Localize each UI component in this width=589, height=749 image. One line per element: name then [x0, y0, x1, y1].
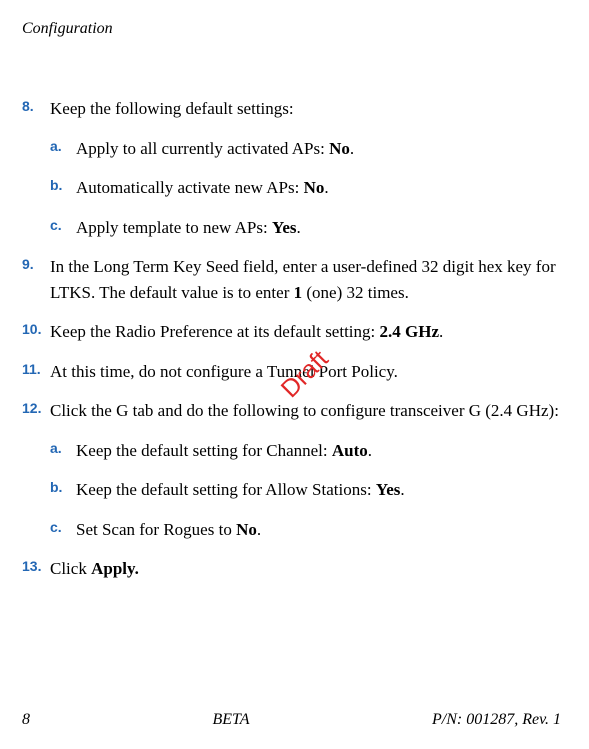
step-text: Click Apply.: [50, 556, 139, 582]
step-8a: a. Apply to all currently activated APs:…: [50, 136, 561, 162]
step-10: 10. Keep the Radio Preference at its def…: [22, 319, 561, 345]
step-text: In the Long Term Key Seed field, enter a…: [50, 254, 561, 305]
step-8b: b. Automatically activate new APs: No.: [50, 175, 561, 201]
footer-page-number: 8: [22, 711, 30, 729]
text-a: Keep the default setting for Allow Stati…: [76, 480, 376, 499]
sub-marker: b.: [50, 477, 76, 498]
sub-marker: c.: [50, 215, 76, 236]
step-text: Keep the Radio Preference at its default…: [50, 319, 443, 345]
text-a: Apply template to new APs:: [76, 218, 272, 237]
bold-text: No: [329, 139, 350, 158]
text-b: .: [324, 178, 328, 197]
bold-text: Auto: [332, 441, 368, 460]
sub-marker: a.: [50, 438, 76, 459]
step-marker: 9.: [22, 254, 50, 275]
sub-marker: a.: [50, 136, 76, 157]
text-b: .: [368, 441, 372, 460]
text-a: Set Scan for Rogues to: [76, 520, 236, 539]
bold-text: 1: [294, 283, 303, 302]
step-12: 12. Click the G tab and do the following…: [22, 398, 561, 424]
sub-text: Automatically activate new APs: No.: [76, 175, 329, 201]
text-a: Automatically activate new APs:: [76, 178, 304, 197]
step-8-sublist: a. Apply to all currently activated APs:…: [50, 136, 561, 241]
sub-text: Apply to all currently activated APs: No…: [76, 136, 354, 162]
step-8: 8. Keep the following default settings:: [22, 96, 561, 122]
bold-text: Apply.: [91, 559, 139, 578]
text-b: .: [400, 480, 404, 499]
sub-marker: c.: [50, 517, 76, 538]
sub-text: Keep the default setting for Channel: Au…: [76, 438, 372, 464]
step-marker: 8.: [22, 96, 50, 117]
step-marker: 13.: [22, 556, 50, 577]
step-12-sublist: a. Keep the default setting for Channel:…: [50, 438, 561, 543]
step-marker: 12.: [22, 398, 50, 419]
footer-part-number: P/N: 001287, Rev. 1: [432, 711, 561, 729]
text-a: Click: [50, 559, 91, 578]
bold-text: Yes: [376, 480, 401, 499]
page-header: Configuration: [22, 20, 561, 38]
step-11: 11. At this time, do not configure a Tun…: [22, 359, 561, 385]
text-a: Apply to all currently activated APs:: [76, 139, 329, 158]
text-a: Keep the Radio Preference at its default…: [50, 322, 380, 341]
page-footer: 8 BETA P/N: 001287, Rev. 1: [22, 711, 561, 729]
step-text: Keep the following default settings:: [50, 96, 294, 122]
step-text: At this time, do not configure a Tunnel …: [50, 359, 398, 385]
bold-text: Yes: [272, 218, 297, 237]
step-9: 9. In the Long Term Key Seed field, ente…: [22, 254, 561, 305]
text-b: .: [297, 218, 301, 237]
step-text: Click the G tab and do the following to …: [50, 398, 559, 424]
step-marker: 11.: [22, 359, 50, 380]
text-a: Keep the default setting for Channel:: [76, 441, 332, 460]
bold-text: No: [236, 520, 257, 539]
step-12a: a. Keep the default setting for Channel:…: [50, 438, 561, 464]
footer-center: BETA: [212, 711, 249, 729]
sub-text: Apply template to new APs: Yes.: [76, 215, 301, 241]
step-13: 13. Click Apply.: [22, 556, 561, 582]
step-8c: c. Apply template to new APs: Yes.: [50, 215, 561, 241]
sub-text: Keep the default setting for Allow Stati…: [76, 477, 405, 503]
text-b: (one) 32 times.: [302, 283, 409, 302]
text-b: .: [350, 139, 354, 158]
step-marker: 10.: [22, 319, 50, 340]
step-12c: c. Set Scan for Rogues to No.: [50, 517, 561, 543]
text-b: .: [257, 520, 261, 539]
sub-text: Set Scan for Rogues to No.: [76, 517, 261, 543]
sub-marker: b.: [50, 175, 76, 196]
bold-text: 2.4 GHz: [380, 322, 440, 341]
step-12b: b. Keep the default setting for Allow St…: [50, 477, 561, 503]
text-b: .: [439, 322, 443, 341]
bold-text: No: [304, 178, 325, 197]
